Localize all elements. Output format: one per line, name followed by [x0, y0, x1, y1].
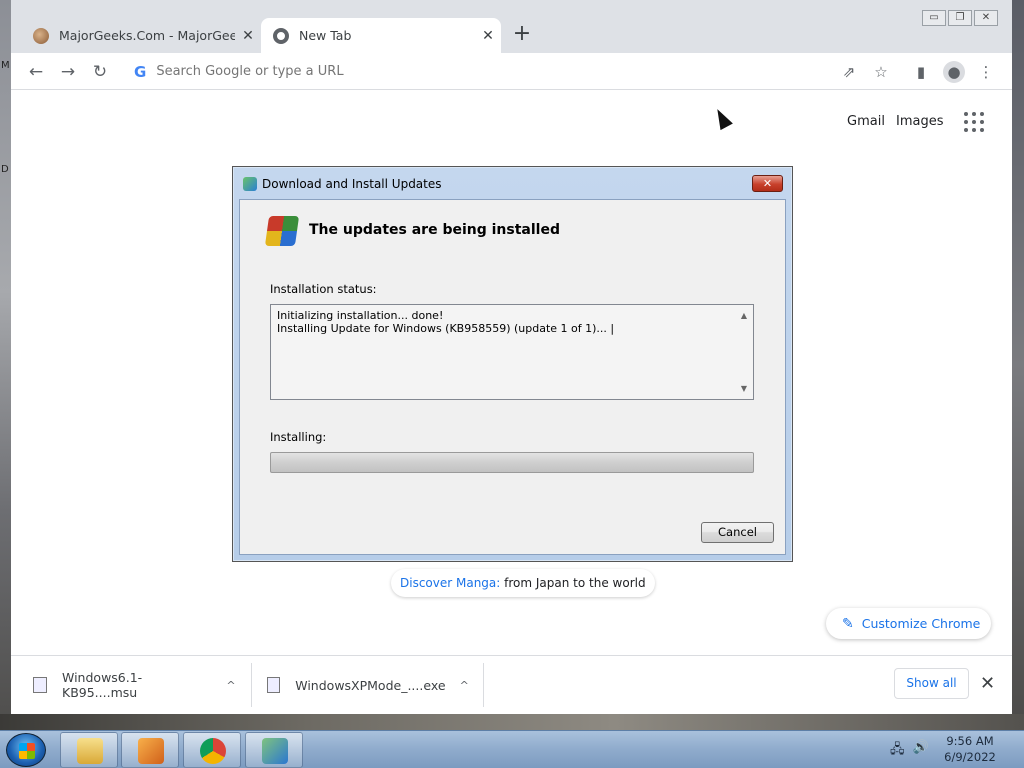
folder-icon: [77, 738, 103, 764]
show-all-button[interactable]: Show all: [894, 668, 969, 699]
dialog-body: The updates are being installed Installa…: [239, 199, 786, 555]
windows-logo-icon: [19, 743, 35, 759]
taskbar-windows-update[interactable]: [245, 732, 303, 768]
tab-majorgeeks[interactable]: MajorGeeks.Com - MajorGeeks ✕: [21, 18, 261, 53]
dialog-close-button[interactable]: ✕: [752, 175, 783, 192]
window-controls: ▭ ❐ ✕: [922, 10, 998, 26]
kebab-menu-icon[interactable]: ⋮: [975, 61, 997, 83]
update-installer-icon: [264, 216, 300, 246]
download-item[interactable]: WindowsXPMode_....exe ^: [255, 663, 484, 707]
msu-file-icon: [33, 677, 47, 693]
taskbar-clock[interactable]: 9:56 AM 6/9/2022: [930, 733, 1010, 765]
profile-avatar-icon[interactable]: ●: [943, 61, 965, 83]
dialog-heading: The updates are being installed: [309, 222, 560, 238]
restore-button[interactable]: ❐: [948, 10, 972, 26]
network-icon[interactable]: 🖧: [890, 740, 905, 762]
tab-title: MajorGeeks.Com - MajorGeeks: [59, 28, 235, 43]
omnibox[interactable]: G: [124, 57, 872, 86]
taskbar: 🖧 🔊 9:56 AM 6/9/2022: [0, 730, 1024, 768]
tab-strip: MajorGeeks.Com - MajorGeeks ✕ New Tab ✕ …: [11, 0, 1012, 53]
taskbar-chrome[interactable]: [183, 732, 241, 768]
media-player-icon: [138, 738, 164, 764]
clock-date: 6/9/2022: [944, 750, 996, 764]
side-panel-icon[interactable]: ▮: [910, 61, 932, 83]
gmail-link[interactable]: Gmail: [847, 114, 885, 129]
scroll-down-icon[interactable]: ▼: [741, 382, 747, 395]
window-close-button[interactable]: ✕: [974, 10, 998, 26]
tab-new-tab[interactable]: New Tab ✕: [261, 18, 501, 53]
update-dialog: Download and Install Updates ✕ The updat…: [232, 166, 793, 562]
volume-icon[interactable]: 🔊: [913, 740, 929, 762]
start-button[interactable]: [6, 733, 46, 767]
exe-file-icon: [267, 677, 281, 693]
chrome-favicon-icon: [273, 27, 289, 44]
download-item[interactable]: Windows6.1-KB95....msu ^: [21, 663, 252, 707]
install-progress-bar: [270, 452, 754, 473]
desktop-bottom-edge: [0, 714, 1024, 730]
scroll-up-icon[interactable]: ▲: [741, 309, 747, 322]
status-line: Initializing installation... done!: [277, 309, 444, 322]
tab-close-icon[interactable]: ✕: [235, 28, 261, 44]
google-g-icon: G: [134, 62, 147, 81]
system-tray: 🖧 🔊: [890, 740, 929, 762]
forward-arrow-icon[interactable]: →: [55, 59, 81, 85]
chip-text: from Japan to the world: [504, 576, 646, 590]
desktop-icon-label: M: [1, 60, 10, 71]
address-input[interactable]: [156, 64, 757, 79]
windows-update-icon: [262, 738, 288, 764]
shortcut-chip-manga[interactable]: Discover Manga: from Japan to the world: [391, 569, 655, 597]
reload-icon[interactable]: ↻: [87, 59, 113, 85]
status-log-box[interactable]: Initializing installation... done! Insta…: [270, 304, 754, 400]
bookmark-star-icon[interactable]: ☆: [870, 61, 892, 83]
majorgeeks-favicon-icon: [33, 27, 49, 44]
chip-highlight: Discover Manga:: [400, 576, 501, 590]
desktop-right-edge: [1012, 0, 1024, 730]
status-line: Installing Update for Windows (KB958559)…: [277, 322, 615, 335]
customize-label: Customize Chrome: [861, 616, 981, 631]
download-filename: WindowsXPMode_....exe: [295, 677, 446, 693]
cancel-button[interactable]: Cancel: [701, 522, 774, 543]
taskbar-explorer[interactable]: [60, 732, 118, 768]
chrome-icon: [200, 738, 226, 764]
desktop-left-edge: M D: [0, 0, 11, 730]
download-filename: Windows6.1-KB95....msu: [62, 670, 143, 700]
tab-close-icon[interactable]: ✕: [475, 28, 501, 44]
tab-title: New Tab: [299, 28, 352, 43]
share-icon[interactable]: ⇗: [838, 61, 860, 83]
windows-update-icon: [243, 177, 257, 191]
pencil-icon: ✎: [842, 615, 854, 632]
clock-time: 9:56 AM: [946, 734, 994, 748]
customize-chrome-button[interactable]: ✎ Customize Chrome: [826, 608, 991, 639]
status-scrollbar[interactable]: ▲ ▼: [737, 309, 751, 395]
progress-label: Installing:: [270, 430, 327, 444]
chevron-up-icon[interactable]: ^: [446, 679, 483, 692]
downloads-shelf: Windows6.1-KB95....msu ^ WindowsXPMode_.…: [11, 655, 1012, 714]
chevron-up-icon[interactable]: ^: [211, 679, 251, 692]
close-shelf-icon[interactable]: ✕: [980, 673, 995, 694]
mouse-cursor-icon: [711, 105, 733, 131]
minimize-button[interactable]: ▭: [922, 10, 946, 26]
back-arrow-icon[interactable]: ←: [23, 59, 49, 85]
desktop-icon-label: D: [1, 164, 9, 175]
browser-toolbar: ← → ↻ G ⇗ ☆ ▮ ● ⋮: [11, 53, 1012, 90]
dialog-title: Download and Install Updates: [262, 177, 442, 191]
status-label: Installation status:: [270, 282, 377, 296]
dialog-titlebar: Download and Install Updates: [243, 177, 442, 191]
new-tab-button[interactable]: +: [509, 22, 535, 48]
images-link[interactable]: Images: [896, 114, 944, 129]
taskbar-media-player[interactable]: [121, 732, 179, 768]
google-apps-icon[interactable]: [964, 112, 984, 132]
